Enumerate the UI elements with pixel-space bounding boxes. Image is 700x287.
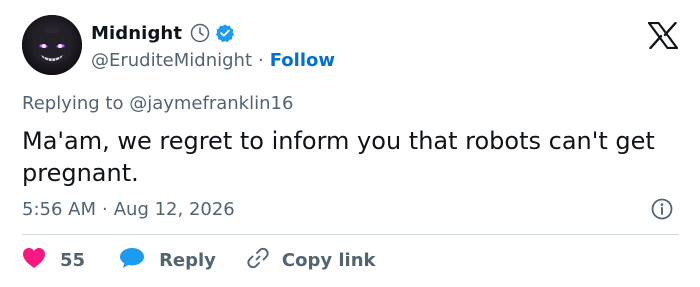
like-count: 55: [60, 249, 86, 271]
tweet-time: 5:56 AM: [22, 198, 96, 220]
replying-to-line: Replying to @jaymefranklin16: [22, 93, 293, 114]
author-name-row: Midnight: [91, 21, 235, 45]
tweet-card: Midnight @EruditeMidnight · Follow Reply…: [0, 0, 700, 287]
clock-icon: [190, 23, 210, 43]
avatar[interactable]: [22, 15, 82, 75]
tweet-text: Ma'am, we regret to inform you that robo…: [22, 127, 655, 187]
like-button[interactable]: 55: [22, 247, 85, 274]
reply-button[interactable]: Reply: [119, 247, 216, 274]
timestamp-separator: ·: [102, 198, 108, 220]
author-handle-row: @EruditeMidnight · Follow: [91, 48, 335, 72]
heart-icon: [22, 247, 46, 274]
speech-bubble-icon: [119, 247, 145, 274]
reply-label: Reply: [159, 249, 216, 271]
avatar-image: [22, 15, 82, 75]
replying-to-mention[interactable]: @jaymefranklin16: [129, 93, 293, 114]
tweet-date: Aug 12, 2026: [113, 198, 235, 220]
x-logo-icon[interactable]: [647, 21, 679, 50]
link-icon: [246, 246, 270, 275]
divider: [22, 234, 679, 235]
tweet-timestamp[interactable]: 5:56 AM · Aug 12, 2026: [22, 197, 235, 221]
author-handle[interactable]: @EruditeMidnight: [91, 50, 252, 71]
follow-button[interactable]: Follow: [270, 50, 335, 71]
info-icon[interactable]: [650, 197, 674, 221]
replying-to-prefix: Replying to: [22, 93, 124, 114]
action-bar: 55 Reply Copy link: [22, 246, 376, 274]
author-display-name[interactable]: Midnight: [91, 23, 182, 44]
separator-dot: ·: [258, 49, 264, 71]
verified-badge-icon: [215, 23, 235, 43]
copy-link-button[interactable]: Copy link: [246, 246, 376, 275]
copy-link-label: Copy link: [281, 249, 376, 271]
